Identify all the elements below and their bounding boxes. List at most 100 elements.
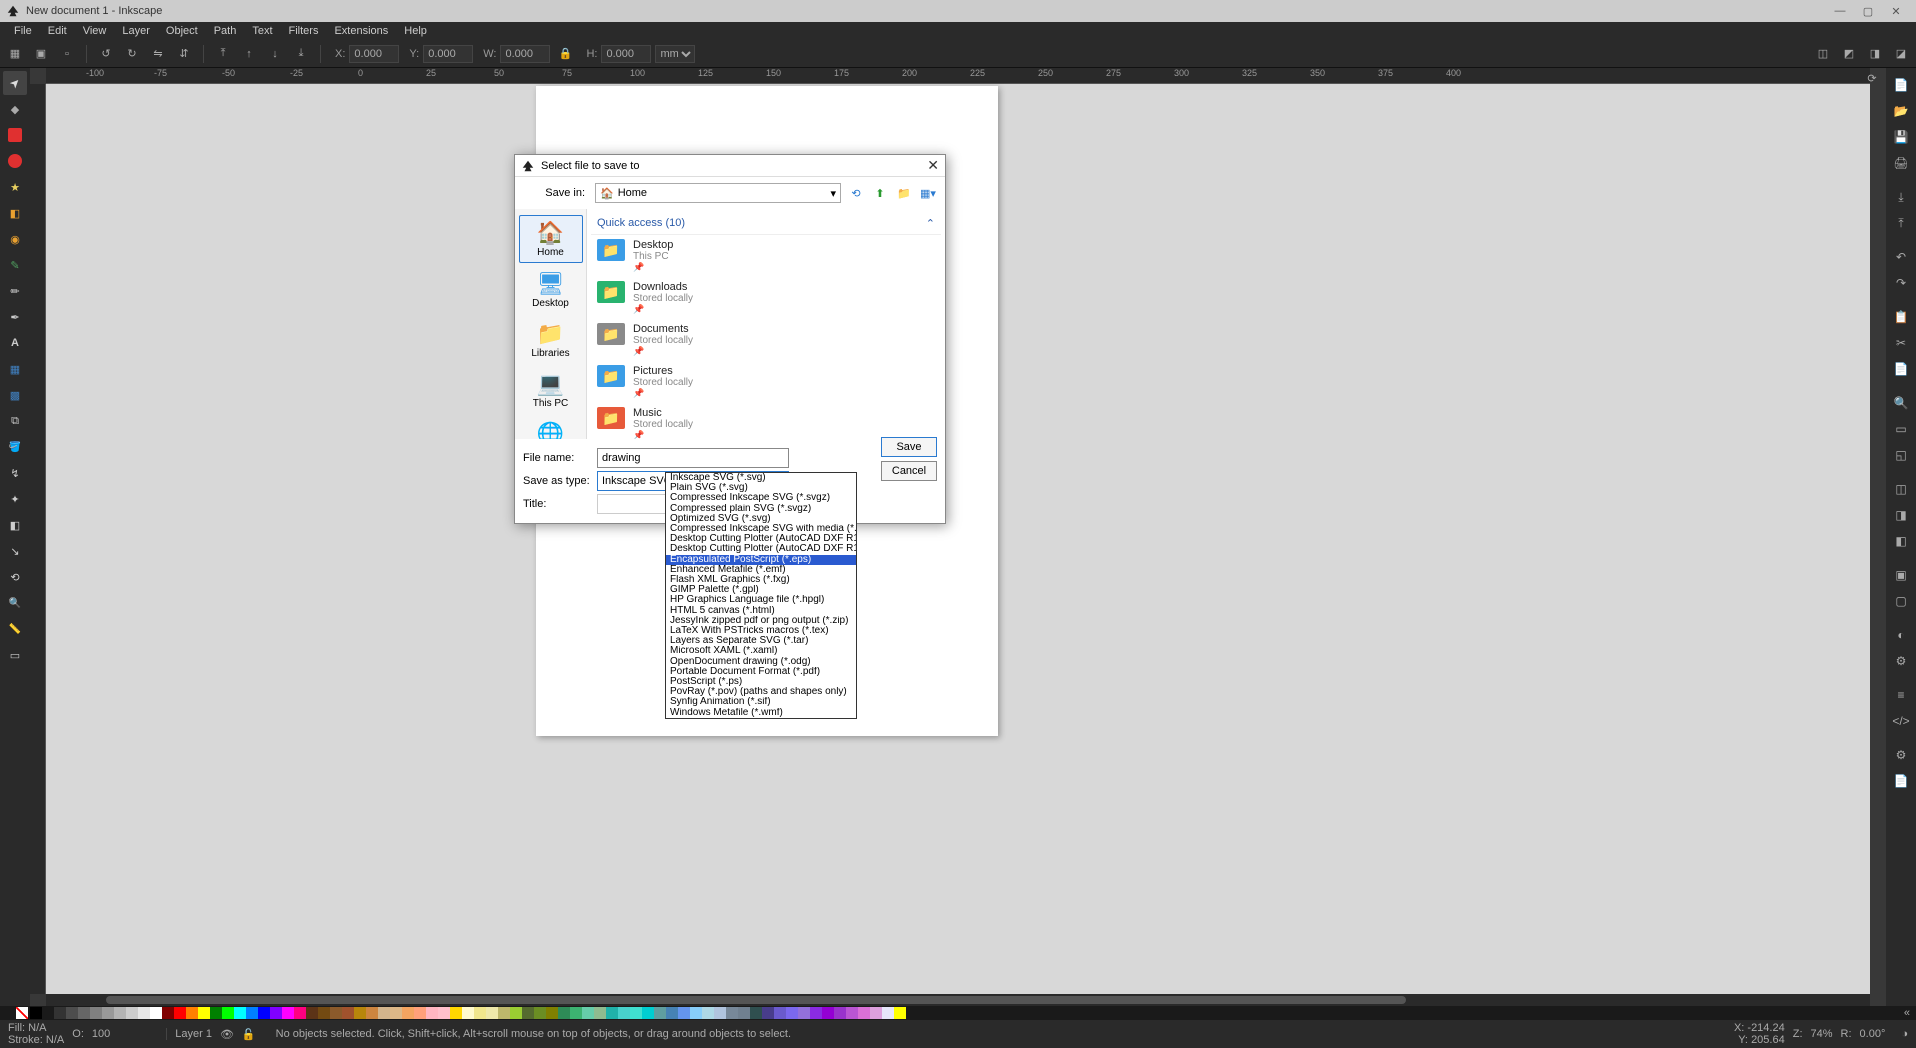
color-swatch[interactable] [426, 1007, 438, 1019]
lower-bottom-button[interactable]: ⤓ [290, 43, 312, 65]
3dbox-tool[interactable] [3, 201, 27, 225]
zoom-page-button[interactable]: ▭ [1890, 418, 1912, 440]
opacity-value[interactable]: 100 [92, 1028, 110, 1040]
filetype-option[interactable]: LaTeX With PSTricks macros (*.tex) [666, 626, 856, 636]
redo-button[interactable]: ↷ [1890, 272, 1912, 294]
move-patterns-button[interactable]: ◪ [1890, 43, 1912, 65]
color-swatch[interactable] [402, 1007, 414, 1019]
color-swatch[interactable] [114, 1007, 126, 1019]
filetype-option[interactable]: HTML 5 canvas (*.html) [666, 606, 856, 616]
back-button[interactable]: ⟲ [847, 184, 865, 202]
undo-button[interactable]: ↶ [1890, 246, 1912, 268]
clone-button[interactable]: ◨ [1890, 504, 1912, 526]
copy-button[interactable]: 📋 [1890, 306, 1912, 328]
xml-editor-button[interactable]: </> [1890, 710, 1912, 732]
color-swatch[interactable] [42, 1007, 54, 1019]
text-tool[interactable] [3, 331, 27, 355]
save-button[interactable]: 💾 [1890, 126, 1912, 148]
menu-text[interactable]: Text [244, 25, 280, 37]
file-area[interactable]: Quick access (10) ⌃ 📁DesktopThis PC📌📁Dow… [587, 209, 945, 439]
color-swatch[interactable] [378, 1007, 390, 1019]
color-swatch[interactable] [246, 1007, 258, 1019]
gradient-tool[interactable] [3, 357, 27, 381]
place-libraries[interactable]: 📁Libraries [519, 317, 583, 363]
cut-button[interactable]: ✂ [1890, 332, 1912, 354]
menu-object[interactable]: Object [158, 25, 206, 37]
connector-tool[interactable] [3, 539, 27, 563]
document-props-button[interactable]: 📄 [1890, 770, 1912, 792]
rotate-cw-button[interactable]: ↻ [121, 43, 143, 65]
cancel-button[interactable]: Cancel [881, 461, 937, 481]
color-swatch[interactable] [234, 1007, 246, 1019]
flip-h-button[interactable]: ⇋ [147, 43, 169, 65]
menu-path[interactable]: Path [206, 25, 245, 37]
color-swatch[interactable] [306, 1007, 318, 1019]
move-gradients-button[interactable]: ◨ [1864, 43, 1886, 65]
horizontal-scrollbar[interactable] [46, 994, 1870, 1006]
filetype-option[interactable]: PovRay (*.pov) (paths and shapes only) [666, 687, 856, 697]
palette-menu-icon[interactable]: « [1898, 1007, 1916, 1019]
filetype-option[interactable]: PostScript (*.ps) [666, 677, 856, 687]
scale-corners-button[interactable]: ◩ [1838, 43, 1860, 65]
layer-visibility-icon[interactable]: 👁 [220, 1028, 234, 1041]
place-this-pc[interactable]: 💻This PC [519, 367, 583, 413]
filetype-option[interactable]: HP Graphics Language file (*.hpgl) [666, 595, 856, 605]
color-swatch[interactable] [390, 1007, 402, 1019]
unlink-clone-button[interactable]: ◧ [1890, 530, 1912, 552]
quick-access-item[interactable]: 📁DownloadsStored locally📌 [591, 277, 941, 319]
color-swatch[interactable] [450, 1007, 462, 1019]
zoom-value[interactable]: 74% [1811, 1028, 1833, 1040]
duplicate-button[interactable]: ◫ [1890, 478, 1912, 500]
align-button[interactable]: ≡ [1890, 684, 1912, 706]
rectangle-tool[interactable] [3, 123, 27, 147]
savein-select[interactable]: 🏠 Home ▾ [595, 183, 841, 203]
color-swatch[interactable] [846, 1007, 858, 1019]
color-swatch[interactable] [690, 1007, 702, 1019]
color-swatch[interactable] [834, 1007, 846, 1019]
filetype-option[interactable]: JessyInk zipped pdf or png output (*.zip… [666, 616, 856, 626]
group-button[interactable]: ▣ [1890, 564, 1912, 586]
color-swatch[interactable] [558, 1007, 570, 1019]
eraser-tool[interactable] [3, 513, 27, 537]
color-swatch[interactable] [822, 1007, 834, 1019]
zoom-drawing-button[interactable]: ◱ [1890, 444, 1912, 466]
save-button[interactable]: Save [881, 437, 937, 457]
lpe-tool[interactable] [3, 565, 27, 589]
color-swatch[interactable] [366, 1007, 378, 1019]
up-button[interactable]: ⬆ [871, 184, 889, 202]
filetype-option[interactable]: Encapsulated PostScript (*.eps) [666, 555, 856, 565]
quick-access-header[interactable]: Quick access (10) ⌃ [591, 213, 941, 235]
deselect-button[interactable]: ▫ [56, 43, 78, 65]
color-swatch[interactable] [150, 1007, 162, 1019]
color-swatch[interactable] [810, 1007, 822, 1019]
flip-v-button[interactable]: ⇵ [173, 43, 195, 65]
filetype-option[interactable]: Desktop Cutting Plotter (AutoCAD DXF R14… [666, 544, 856, 554]
color-swatch[interactable] [786, 1007, 798, 1019]
color-swatch[interactable] [126, 1007, 138, 1019]
color-swatch[interactable] [798, 1007, 810, 1019]
color-swatch[interactable] [858, 1007, 870, 1019]
scale-stroke-button[interactable]: ◫ [1812, 43, 1834, 65]
color-swatch[interactable] [462, 1007, 474, 1019]
color-swatch[interactable] [138, 1007, 150, 1019]
spray-tool[interactable] [3, 487, 27, 511]
color-swatch[interactable] [534, 1007, 546, 1019]
color-swatch[interactable] [702, 1007, 714, 1019]
color-swatch[interactable] [282, 1007, 294, 1019]
filetype-option[interactable]: Layers as Separate SVG (*.tar) [666, 636, 856, 646]
color-swatch[interactable] [882, 1007, 894, 1019]
measure-tool[interactable] [3, 617, 27, 641]
menu-extensions[interactable]: Extensions [326, 25, 396, 37]
dialog-close-button[interactable]: ✕ [927, 157, 939, 174]
filetype-option[interactable]: Windows Metafile (*.wmf) [666, 708, 856, 718]
lower-button[interactable]: ↓ [264, 43, 286, 65]
color-swatch[interactable] [726, 1007, 738, 1019]
tweak-tool[interactable] [3, 461, 27, 485]
color-swatch[interactable] [66, 1007, 78, 1019]
horizontal-ruler[interactable]: -100-75-50-25025507510012515017520022525… [46, 68, 1870, 84]
color-swatch[interactable] [270, 1007, 282, 1019]
color-swatch[interactable] [678, 1007, 690, 1019]
x-input[interactable] [349, 45, 399, 63]
star-tool[interactable] [3, 175, 27, 199]
color-swatch[interactable] [618, 1007, 630, 1019]
